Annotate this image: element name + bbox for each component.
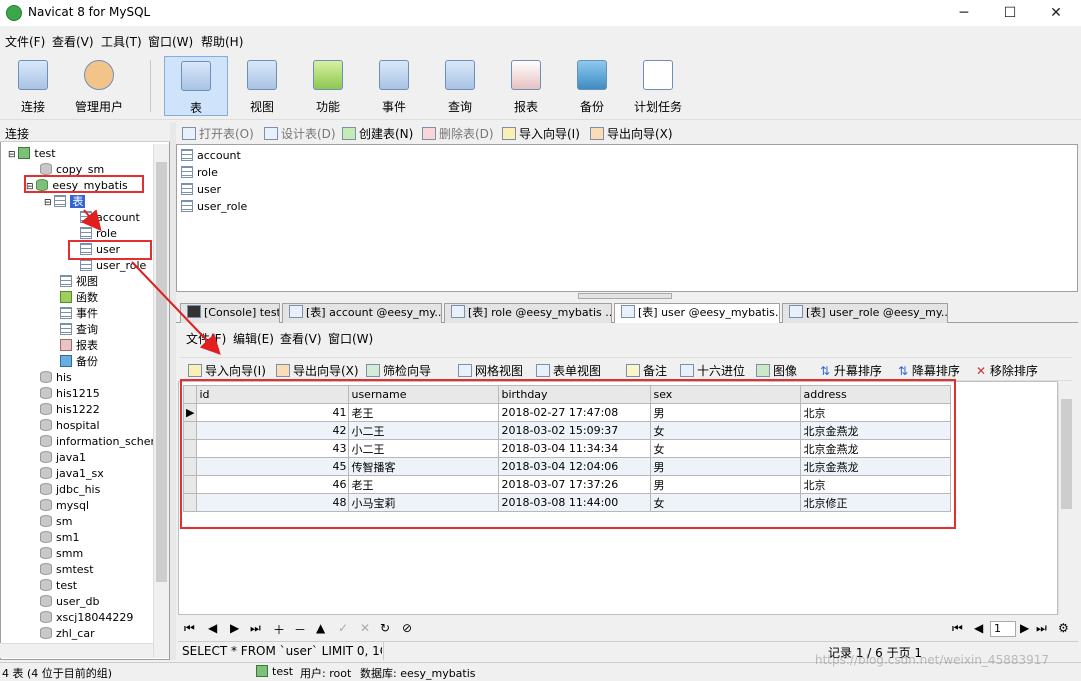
sql-text: SELECT * FROM `user` LIMIT 0, 1C	[182, 644, 382, 658]
page-next-icon[interactable]: ▶	[1020, 621, 1029, 635]
arrow-to-grid	[131, 261, 221, 355]
nav-apply-icon[interactable]: ✓	[338, 621, 348, 635]
nav-add-icon[interactable]: ＋	[273, 621, 285, 638]
nav-first-icon[interactable]: ⏮	[184, 621, 195, 636]
annotation-arrows	[81, 209, 221, 355]
sql-divider	[383, 642, 384, 660]
page-last-icon[interactable]: ⏭	[1036, 621, 1047, 636]
status-user: 用户: root	[300, 667, 352, 680]
nav-refresh-icon[interactable]: ↻	[380, 621, 390, 635]
nav-delete-icon[interactable]: －	[294, 621, 306, 638]
page-first-icon[interactable]: ⏮	[952, 621, 963, 636]
nav-prev-icon[interactable]: ◀	[208, 621, 217, 635]
record-navigation: ⏮ ◀ ▶ ⏭ ＋ － ▲ ✓ ✕ ↻ ⊘ ⏮ ◀ 1 ▶ ⏭ ⚙	[178, 619, 1078, 639]
status-table-count: 4 表 (4 位于目前的组)	[2, 667, 113, 680]
watermark-text: https://blog.csdn.net/weixin_45883917	[815, 653, 1050, 667]
status-bar: 4 表 (4 位于目前的组) test 用户: root 数据库: eesy_m…	[0, 653, 1081, 680]
page-number-input[interactable]: 1	[990, 621, 1016, 637]
connection-icon	[256, 665, 268, 677]
nav-cancel-icon[interactable]: ✕	[360, 621, 370, 635]
nav-stop-icon[interactable]: ⊘	[402, 621, 412, 635]
arrow-to-user	[81, 209, 102, 232]
page-settings-icon[interactable]: ⚙	[1058, 621, 1069, 635]
nav-next-icon[interactable]: ▶	[230, 621, 239, 635]
nav-last-icon[interactable]: ⏭	[250, 621, 261, 636]
status-database: 数据库: eesy_mybatis	[360, 667, 476, 680]
status-connection: test	[256, 665, 293, 678]
nav-up-icon[interactable]: ▲	[316, 621, 325, 635]
page-prev-icon[interactable]: ◀	[974, 621, 983, 635]
